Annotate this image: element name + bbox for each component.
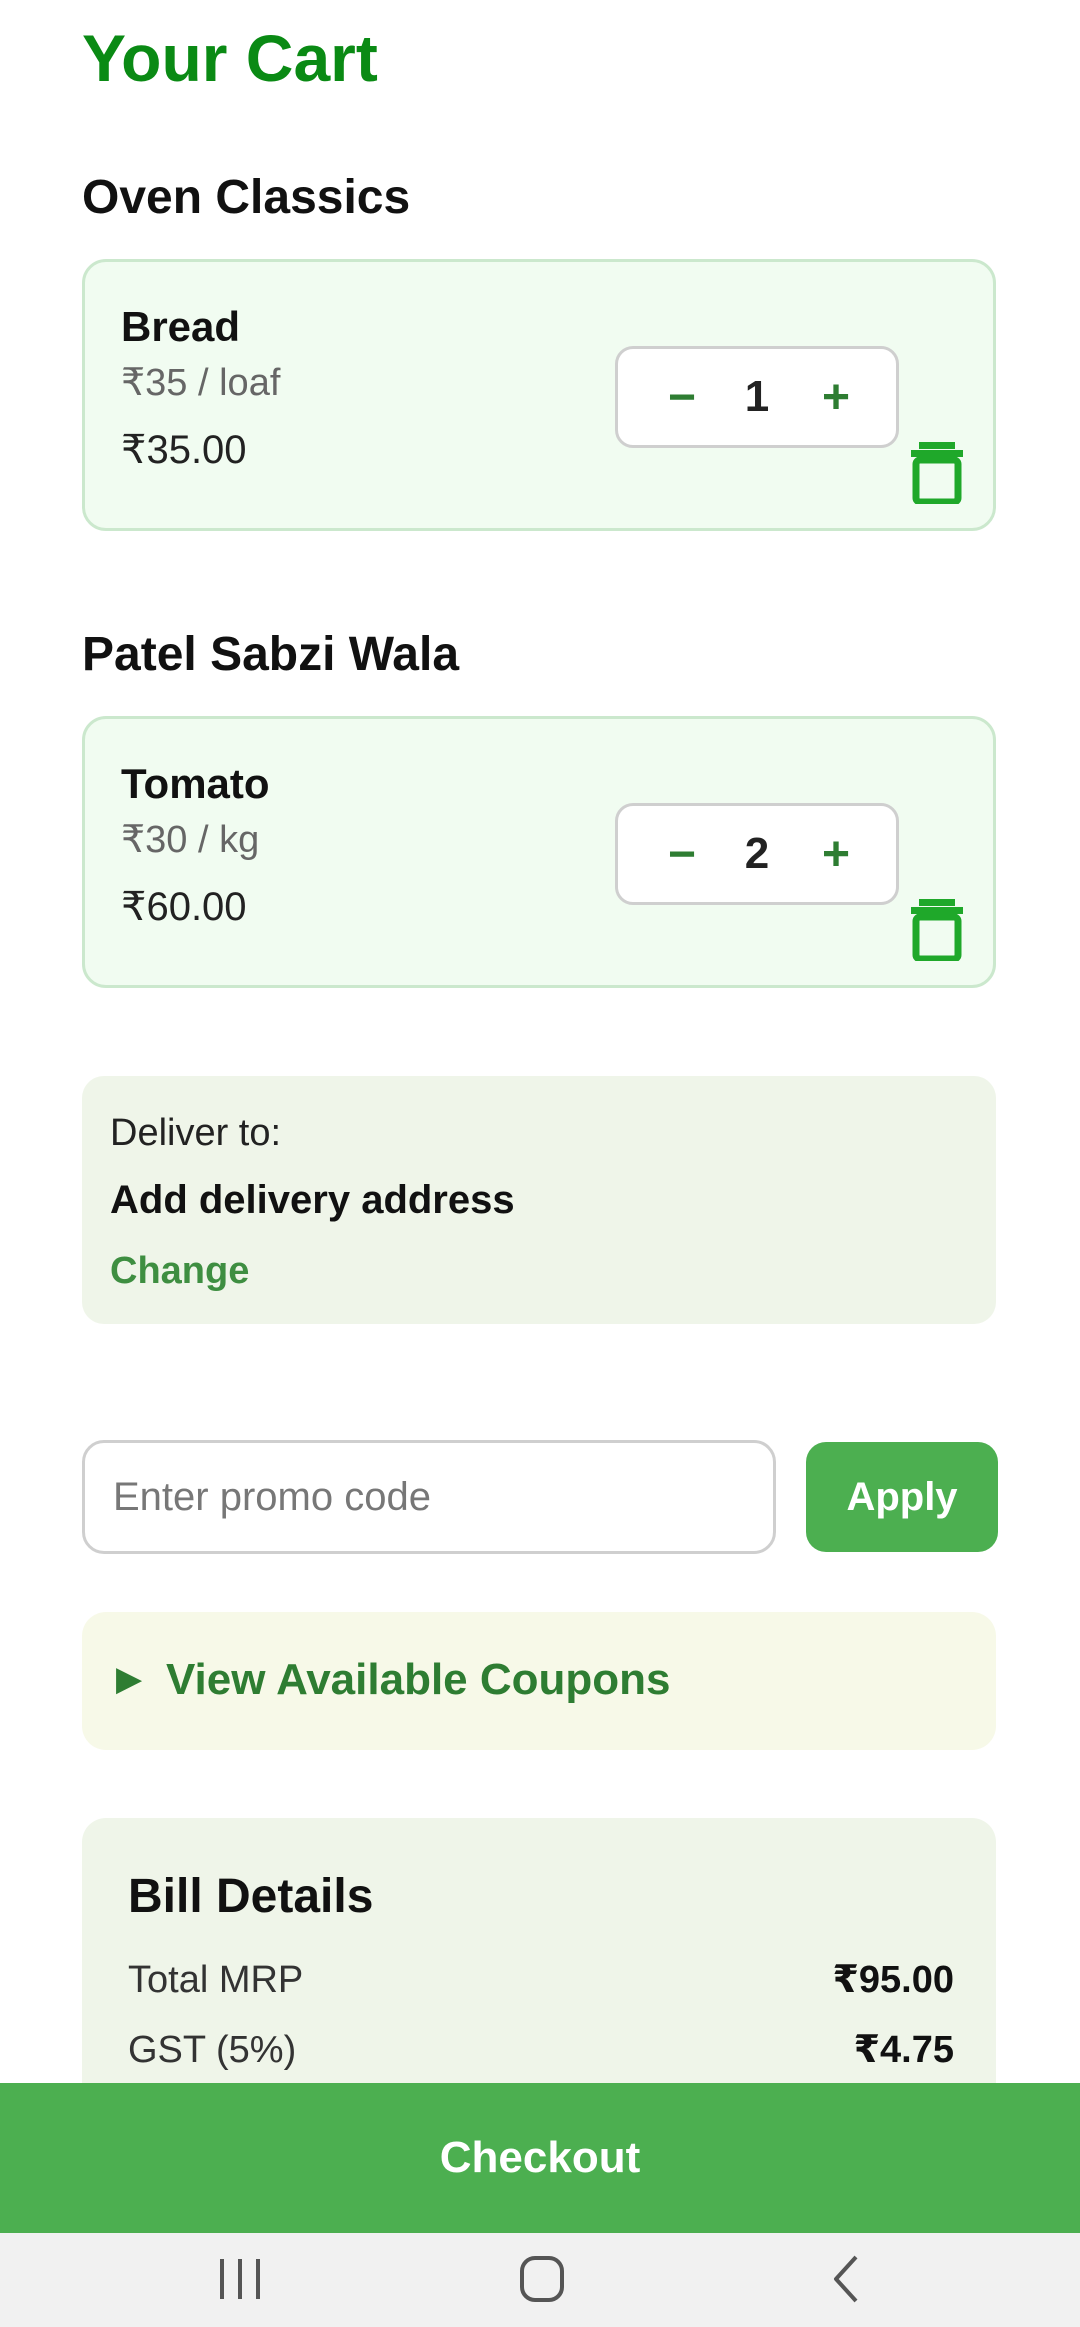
item-name: Bread [121,303,241,350]
decrease-quantity-button[interactable]: − [640,806,724,902]
item-line-total: ₹35.00 [121,428,247,472]
cart-item-tomato: Tomato ₹30 / kg ₹60.00 − 2 + [82,716,996,988]
view-coupons-toggle[interactable]: ▶ View Available Coupons [82,1612,996,1750]
page-title: Your Cart [82,21,378,95]
back-icon [834,2255,858,2303]
trash-icon [911,442,963,506]
home-button[interactable] [497,2239,587,2319]
quantity-value: 2 [744,829,770,878]
home-icon [520,2256,564,2302]
delete-item-button[interactable] [909,442,965,506]
item-name: Tomato [121,760,270,807]
bill-details-title: Bill Details [128,1870,374,1923]
bill-row-value: ₹4.75 [853,2029,954,2071]
cart-item-bread: Bread ₹35 / loaf ₹35.00 − 1 + [82,259,996,531]
quantity-stepper: − 2 + [615,803,899,905]
increase-quantity-button[interactable]: + [794,806,878,902]
bill-row-total-mrp: Total MRP ₹95.00 [128,1954,954,2006]
item-unit-price: ₹30 / kg [121,819,260,861]
trash-icon [911,899,963,963]
quantity-value: 1 [744,372,770,421]
delivery-address: Add delivery address [110,1178,515,1222]
increase-quantity-button[interactable]: + [794,349,878,445]
item-unit-price: ₹35 / loaf [121,362,281,404]
view-coupons-label: View Available Coupons [166,1655,671,1704]
store-title-oven-classics: Oven Classics [82,171,411,224]
quantity-stepper: − 1 + [615,346,899,448]
bill-row-label: GST (5%) [128,2029,297,2071]
store-title-patel-sabzi-wala: Patel Sabzi Wala [82,628,460,681]
deliver-to-label: Deliver to: [110,1112,282,1154]
delivery-address-section: Deliver to: Add delivery address Change [82,1076,996,1324]
item-line-total: ₹60.00 [121,885,247,929]
bill-row-label: Total MRP [128,1959,304,2001]
checkout-button[interactable]: Checkout [0,2083,1080,2233]
back-button[interactable] [800,2239,890,2319]
recents-button[interactable] [195,2239,285,2319]
recents-icon [220,2259,260,2299]
system-navigation-bar [0,2233,1080,2327]
bill-row-gst: GST (5%) ₹4.75 [128,2024,954,2076]
delete-item-button[interactable] [909,899,965,963]
decrease-quantity-button[interactable]: − [640,349,724,445]
apply-promo-button[interactable]: Apply [806,1442,998,1552]
bill-row-value: ₹95.00 [832,1959,954,2001]
promo-code-input[interactable] [82,1440,776,1554]
expand-arrow-icon: ▶ [116,1660,143,1698]
change-address-link[interactable]: Change [110,1248,249,1294]
